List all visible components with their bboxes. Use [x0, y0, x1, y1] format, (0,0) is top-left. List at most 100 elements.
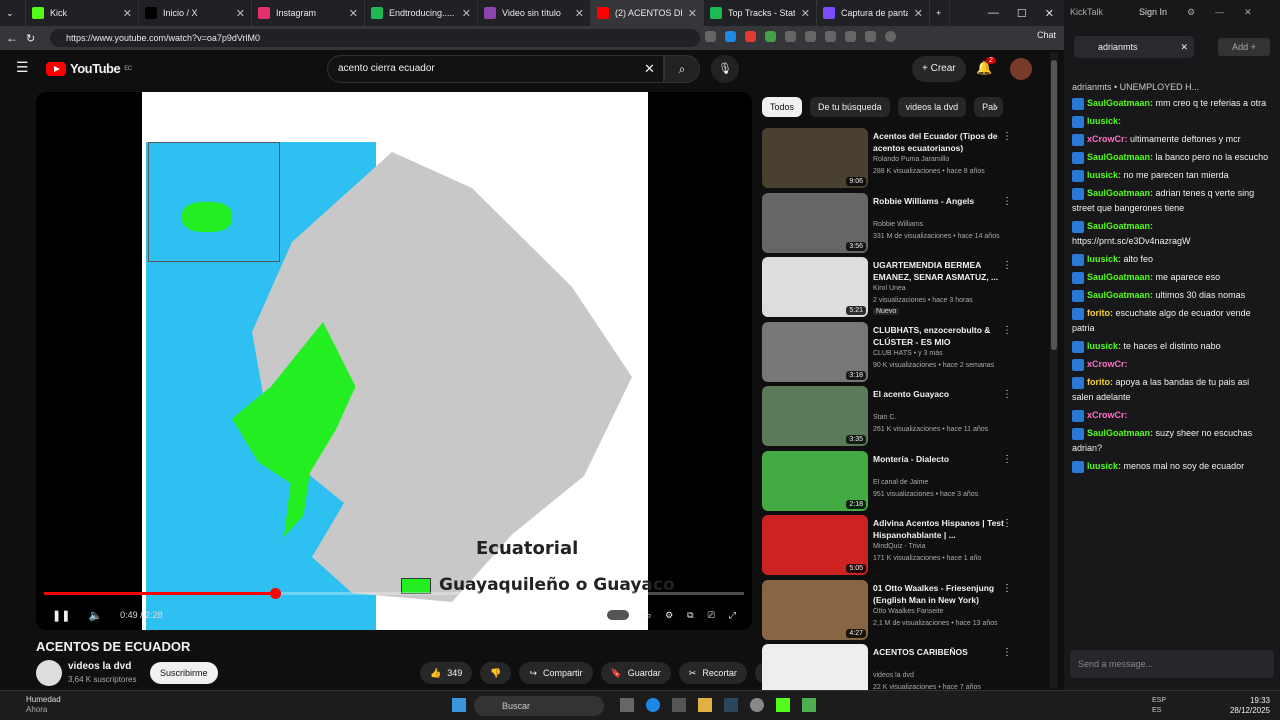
chat-username[interactable]: luusick:	[1087, 341, 1121, 351]
gear-icon[interactable]: ⚙	[1187, 7, 1195, 18]
filter-chip[interactable]: videos la dvd	[897, 97, 967, 117]
chat-username[interactable]: forito:	[1087, 308, 1113, 318]
url-field[interactable]: https://www.youtube.com/watch?v=oa7p9dVr…	[50, 29, 700, 47]
filter-chip[interactable]: Pal	[974, 97, 1004, 117]
sign-in-button[interactable]: Sign In	[1139, 7, 1167, 17]
extension-icon[interactable]	[785, 31, 796, 42]
minimize-icon[interactable]: —	[988, 7, 999, 19]
voice-search-button[interactable]: 🎙	[711, 55, 739, 83]
channel-avatar[interactable]	[36, 660, 62, 686]
chat-username[interactable]: SaulGoatmaan:	[1087, 428, 1153, 438]
channel-name[interactable]: Robbie Williams	[873, 221, 923, 228]
new-tab-button[interactable]: +	[930, 0, 950, 26]
clip-button[interactable]: ✂ Recortar	[678, 662, 747, 684]
chat-username[interactable]: SaulGoatmaan:	[1087, 221, 1153, 231]
chat-username[interactable]: luusick:	[1087, 116, 1121, 126]
page-scrollbar[interactable]	[1050, 52, 1058, 688]
close-icon[interactable]: ✕	[1045, 7, 1054, 20]
channel-name[interactable]: MindQuiz - Trivia	[873, 543, 926, 550]
autoplay-toggle[interactable]	[606, 610, 629, 620]
chevron-right-icon[interactable]: ›	[994, 100, 998, 114]
create-button[interactable]: + Crear	[912, 56, 966, 82]
video-thumbnail[interactable]: 5:05	[762, 515, 868, 575]
profile-icon[interactable]	[885, 31, 896, 42]
chat-username[interactable]: luusick:	[1087, 170, 1121, 180]
search-input[interactable]: acento cierra ecuador	[327, 55, 664, 83]
volume-icon[interactable]: 🔈	[88, 609, 102, 622]
language-indicator[interactable]: ESP ES	[1152, 696, 1166, 716]
chat-username[interactable]: SaulGoatmaan:	[1087, 272, 1153, 282]
close-tab-icon[interactable]: ✕	[688, 7, 697, 20]
kick-icon[interactable]	[776, 698, 790, 712]
tab-adrianmts[interactable]: adrianmts ✕	[1074, 36, 1194, 58]
hamburger-menu-icon[interactable]: ☰	[16, 59, 29, 76]
video-title[interactable]: CLUBHATS, enzocerobulto & CLÚSTER - ES M…	[873, 324, 1013, 348]
recommended-video[interactable]: 3:18 CLUBHATS, enzocerobulto & CLÚSTER - …	[762, 321, 1042, 382]
video-title[interactable]: Robbie Williams - Angels	[873, 195, 1013, 207]
more-options-icon[interactable]: ⋮	[1002, 196, 1012, 207]
recommended-video[interactable]: 9:06 Acentos del Ecuador (Tipos de acento…	[762, 128, 1042, 188]
channel-name[interactable]: Stan C.	[873, 414, 896, 421]
filter-chip[interactable]: Todos	[762, 97, 803, 117]
video-title[interactable]: ACENTOS CARIBEÑOS	[873, 646, 1013, 658]
taskbar-search[interactable]: Buscar	[474, 696, 604, 716]
account-avatar[interactable]	[1010, 58, 1032, 80]
more-options-icon[interactable]: ⋮	[1002, 518, 1012, 529]
close-tab-icon[interactable]: ✕	[575, 7, 584, 20]
extension-icon[interactable]	[725, 31, 736, 42]
video-title[interactable]: 01 Otto Waalkes - Friesenjung (English M…	[873, 582, 1013, 606]
recommended-video[interactable]: 2:18 Montería - Dialecto El canal de Jaime…	[762, 450, 1042, 511]
video-thumbnail[interactable]: 3:56	[762, 192, 868, 253]
channel-name[interactable]: videos la dvd	[873, 672, 914, 679]
weather-widget[interactable]: Humedad Ahora	[8, 695, 61, 715]
channel-name[interactable]: videos la dvd	[68, 661, 131, 672]
browser-tab[interactable]: (2) ACENTOS DE E ✕	[591, 0, 704, 26]
more-options-icon[interactable]: ⋮	[1002, 454, 1012, 465]
progress-bar[interactable]	[44, 588, 744, 599]
video-title[interactable]: Adivina Acentos Hispanos | Test Hispanoh…	[873, 517, 1013, 541]
back-icon[interactable]: ←	[6, 31, 18, 45]
progress-handle[interactable]	[270, 588, 281, 599]
channel-name[interactable]: Kirol Unea	[873, 285, 906, 292]
video-title[interactable]: Montería - Dialecto	[873, 453, 1013, 465]
channel-name[interactable]: CLUB HATS • y 3 más	[873, 350, 943, 357]
extension-icon[interactable]	[845, 31, 856, 42]
browser-tab[interactable]: Video sin título ✕	[478, 0, 591, 26]
more-options-icon[interactable]: ⋮	[1002, 389, 1012, 400]
minimize-icon[interactable]: —	[1215, 7, 1224, 17]
chat-username[interactable]: xCrowCr:	[1087, 134, 1128, 144]
recommended-video[interactable]: 5:21 UGARTEMENDIA BERMEA EMANEZ, SENAR AS…	[762, 257, 1042, 317]
captions-icon[interactable]: ▭	[643, 610, 652, 621]
close-tab-icon[interactable]: ✕	[123, 7, 132, 20]
chat-username[interactable]: SaulGoatmaan:	[1087, 290, 1153, 300]
video-thumbnail[interactable]: 5:21	[762, 257, 868, 317]
fullscreen-icon[interactable]: ⤢	[729, 610, 736, 621]
chat-username[interactable]: luusick:	[1087, 254, 1121, 264]
extension-icon[interactable]	[825, 31, 836, 42]
app-icon[interactable]	[802, 698, 816, 712]
video-thumbnail[interactable]: 2:18	[762, 450, 868, 511]
more-options-icon[interactable]: ⋮	[1002, 325, 1012, 336]
settings-icon[interactable]: ⚙	[665, 610, 673, 621]
clear-search-icon[interactable]: ✕	[644, 61, 655, 77]
recommended-video[interactable]: 3:56 Robbie Williams - Angels Robbie Willi…	[762, 192, 1042, 253]
chat-username[interactable]: SaulGoatmaan:	[1087, 98, 1153, 108]
windows-start-icon[interactable]	[452, 698, 466, 712]
more-options-icon[interactable]: ⋮	[1002, 260, 1012, 271]
clock[interactable]: 19:33 28/12/2025	[1230, 696, 1270, 716]
extension-icon[interactable]	[745, 31, 756, 42]
edge-icon[interactable]	[646, 698, 660, 712]
video-title[interactable]: UGARTEMENDIA BERMEA EMANEZ, SENAR ASMATU…	[873, 259, 1013, 283]
browser-tab[interactable]: Captura de pantalla pc ✕	[817, 0, 930, 26]
more-options-icon[interactable]: ⋮	[1002, 583, 1012, 594]
recommended-video[interactable]: 3:35 El acento Guayaco Stan C. 261 K visual…	[762, 386, 1042, 446]
maximize-icon[interactable]: ☐	[1017, 7, 1027, 20]
download-icon[interactable]	[865, 31, 876, 42]
like-button[interactable]: 👍 349	[420, 662, 473, 684]
video-title[interactable]: El acento Guayaco	[873, 388, 1013, 400]
add-channel-button[interactable]: Add +	[1218, 38, 1270, 56]
video-thumbnail[interactable]: 4:27	[762, 579, 868, 640]
more-options-icon[interactable]: ⋮	[1002, 131, 1012, 142]
tab-menu-button[interactable]: ⌄	[0, 0, 26, 26]
video-thumbnail[interactable]: 9:06	[762, 128, 868, 188]
